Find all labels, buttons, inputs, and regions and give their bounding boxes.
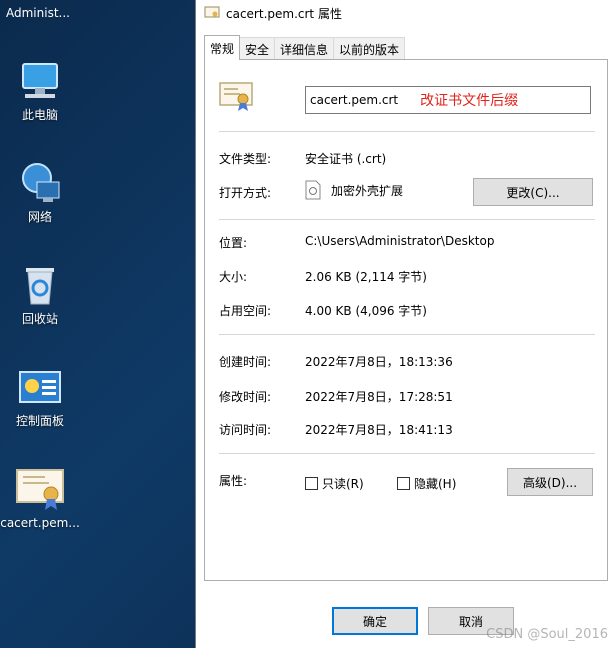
filename-input[interactable]: cacert.pem.crt 改证书文件后缀 — [305, 86, 591, 114]
checkbox-box — [305, 477, 318, 490]
divider — [219, 219, 595, 220]
hidden-label: 隐藏(H) — [414, 477, 457, 491]
desktop-window-title: Administ... — [6, 6, 70, 20]
desktop-icon-cacert[interactable]: cacert.pem... — [0, 468, 80, 530]
desktop-icon-network[interactable]: 网络 — [0, 162, 80, 225]
tab-details[interactable]: 详细信息 — [274, 37, 335, 60]
tab-general[interactable]: 常规 — [204, 35, 241, 60]
desktop-icon-this-pc[interactable]: 此电脑 — [0, 62, 80, 123]
created-label: 创建时间: — [219, 355, 272, 369]
location-label: 位置: — [219, 236, 248, 250]
size-value: 2.06 KB (2,114 字节) — [305, 270, 427, 284]
open-with-value: 加密外壳扩展 — [305, 180, 403, 200]
open-with-app-name: 加密外壳扩展 — [331, 183, 404, 198]
recycle-bin-icon — [26, 268, 54, 305]
checkbox-box — [397, 477, 410, 490]
certificate-icon — [204, 6, 220, 18]
desktop-icon-label: 回收站 — [21, 312, 58, 326]
control-panel-icon — [19, 371, 61, 403]
file-type-label: 文件类型: — [219, 152, 272, 166]
readonly-label: 只读(R) — [322, 477, 364, 491]
general-tab-panel: cacert.pem.crt 改证书文件后缀 文件类型: 安全证书 (.crt)… — [204, 59, 608, 581]
accessed-value: 2022年7月8日，18:41:13 — [305, 423, 453, 437]
tab-previous-versions[interactable]: 以前的版本 — [333, 37, 406, 60]
network-icon — [22, 163, 60, 202]
title-bar[interactable]: cacert.pem.crt 属性 — [196, 0, 615, 26]
ok-button[interactable]: 确定 — [332, 607, 418, 635]
desktop-icon-label: 控制面板 — [15, 414, 64, 428]
readonly-checkbox[interactable]: 只读(R) — [305, 475, 364, 492]
divider — [219, 453, 595, 454]
properties-dialog: cacert.pem.crt 属性 常规 安全 详细信息 以前的版本 cacer… — [195, 0, 615, 648]
filename-value: cacert.pem.crt — [310, 93, 399, 107]
modified-value: 2022年7月8日，17:28:51 — [305, 390, 453, 404]
divider — [219, 131, 595, 132]
app-icon — [305, 180, 321, 200]
tab-strip: 常规 安全 详细信息 以前的版本 — [204, 35, 406, 60]
desktop-icon-control-panel[interactable]: 控制面板 — [0, 368, 80, 429]
desktop-icon-label: 此电脑 — [21, 108, 58, 122]
size-on-disk-label: 占用空间: — [219, 304, 272, 318]
annotation-text: 改证书文件后缀 — [420, 93, 519, 109]
desktop-icon-label: cacert.pem... — [0, 516, 80, 530]
certificate-icon — [219, 82, 253, 111]
divider — [219, 334, 595, 335]
file-type-value: 安全证书 (.crt) — [305, 152, 387, 166]
location-value: C:\Users\Administrator\Desktop — [305, 234, 495, 248]
advanced-button[interactable]: 高级(D)... — [507, 468, 593, 496]
dialog-title: cacert.pem.crt 属性 — [226, 6, 342, 21]
size-on-disk-value: 4.00 KB (4,096 字节) — [305, 304, 427, 318]
created-value: 2022年7月8日，18:13:36 — [305, 355, 453, 369]
open-with-label: 打开方式: — [219, 186, 272, 200]
hidden-checkbox[interactable]: 隐藏(H) — [397, 475, 456, 492]
certificate-icon — [16, 469, 64, 510]
modified-label: 修改时间: — [219, 390, 272, 404]
tab-security[interactable]: 安全 — [239, 37, 276, 60]
attributes-label: 属性: — [219, 474, 248, 488]
desktop-icon-recycle-bin[interactable]: 回收站 — [0, 262, 80, 327]
watermark: CSDN @Soul_2016 — [486, 627, 608, 642]
computer-icon — [22, 63, 58, 98]
accessed-label: 访问时间: — [219, 423, 272, 437]
desktop-icon-label: 网络 — [27, 210, 52, 224]
size-label: 大小: — [219, 270, 248, 284]
change-button[interactable]: 更改(C)... — [473, 178, 593, 206]
